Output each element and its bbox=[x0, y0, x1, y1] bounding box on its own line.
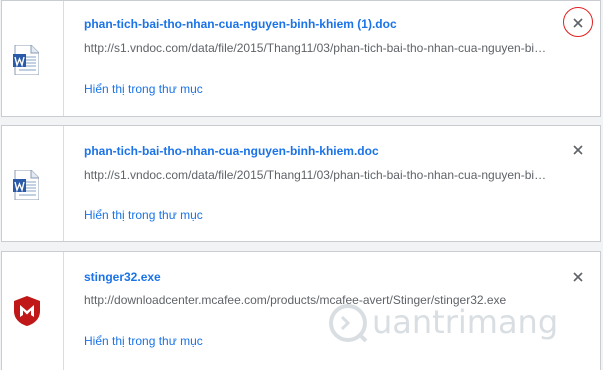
remove-download-button[interactable] bbox=[570, 142, 586, 158]
download-item: phan-tich-bai-tho-nhan-cua-nguyen-binh-k… bbox=[1, 125, 601, 242]
close-icon bbox=[573, 272, 583, 282]
close-icon bbox=[573, 18, 583, 28]
download-item: phan-tich-bai-tho-nhan-cua-nguyen-binh-k… bbox=[1, 0, 601, 117]
remove-download-button[interactable] bbox=[570, 15, 586, 31]
show-in-folder-link[interactable]: Hiển thị trong thư mục bbox=[84, 82, 203, 96]
file-icon-column bbox=[2, 1, 64, 116]
file-name-link[interactable]: phan-tich-bai-tho-nhan-cua-nguyen-binh-k… bbox=[84, 17, 397, 31]
show-in-folder-link[interactable]: Hiển thị trong thư mục bbox=[84, 334, 203, 348]
download-url: http://s1.vndoc.com/data/file/2015/Thang… bbox=[84, 168, 550, 182]
mcafee-shield-icon bbox=[14, 296, 40, 326]
show-in-folder-link[interactable]: Hiển thị trong thư mục bbox=[84, 208, 203, 222]
remove-download-button[interactable] bbox=[570, 269, 586, 285]
file-name-link[interactable]: stinger32.exe bbox=[84, 270, 161, 284]
download-url: http://s1.vndoc.com/data/file/2015/Thang… bbox=[84, 41, 550, 55]
file-name-link[interactable]: phan-tich-bai-tho-nhan-cua-nguyen-binh-k… bbox=[84, 144, 379, 158]
watermark-text: uantrimang bbox=[372, 303, 559, 341]
file-icon-column bbox=[2, 126, 64, 241]
file-icon-column bbox=[2, 252, 64, 370]
watermark-logo-icon bbox=[329, 304, 368, 343]
word-document-icon bbox=[13, 170, 39, 200]
word-document-icon bbox=[13, 45, 39, 75]
close-icon bbox=[573, 145, 583, 155]
